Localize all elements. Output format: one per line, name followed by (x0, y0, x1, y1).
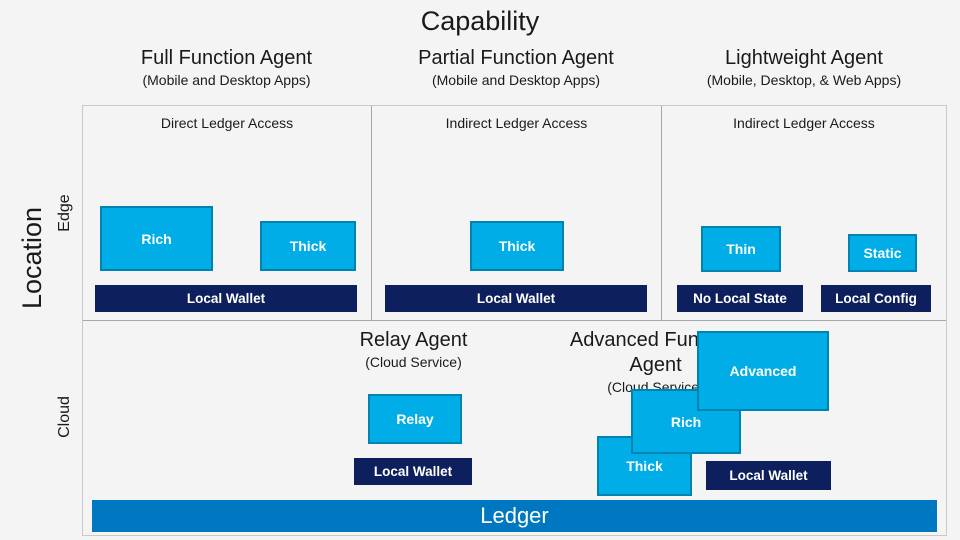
column-header-full-function-agent: Full Function Agent (Mobile and Desktop … (82, 46, 371, 90)
node-no-local-state[interactable]: No Local State (677, 285, 803, 312)
node-local-wallet-relay[interactable]: Local Wallet (354, 458, 472, 485)
node-thick-edge-full[interactable]: Thick (260, 221, 356, 271)
node-advanced-cloud[interactable]: Advanced (697, 331, 829, 411)
column-title: Full Function Agent (140, 47, 313, 69)
column-divider-2 (661, 106, 662, 321)
column-header-partial-function-agent: Partial Function Agent (Mobile and Deskt… (371, 46, 661, 90)
column-divider-1 (371, 106, 372, 321)
column-title: Partial Function Agent (418, 47, 614, 69)
node-static-edge-lightweight[interactable]: Static (848, 234, 917, 272)
column-subtitle: (Mobile and Desktop Apps) (431, 72, 601, 88)
location-axis-title: Location (17, 206, 47, 310)
column-subtitle: (Mobile and Desktop Apps) (142, 72, 311, 88)
node-rich-edge-full[interactable]: Rich (100, 206, 213, 271)
node-relay-cloud[interactable]: Relay (368, 394, 462, 444)
node-ledger[interactable]: Ledger (92, 500, 937, 532)
column-header-lightweight-agent: Lightweight Agent (Mobile, Desktop, & We… (661, 46, 947, 90)
row-divider (83, 320, 946, 321)
row-label-cloud: Cloud (56, 396, 73, 438)
cell-sublabel-indirect-ledger-access-partial: Indirect Ledger Access (445, 115, 588, 131)
node-thick-edge-partial[interactable]: Thick (470, 221, 564, 271)
node-thin-edge-lightweight[interactable]: Thin (701, 226, 781, 272)
node-local-wallet-edge-full[interactable]: Local Wallet (95, 285, 357, 312)
node-local-wallet-advanced[interactable]: Local Wallet (706, 461, 831, 490)
cell-sublabel-indirect-ledger-access-lightweight: Indirect Ledger Access (733, 115, 875, 131)
cloud-header-relay-agent: Relay Agent (Cloud Service) (331, 328, 496, 372)
capability-axis-title: Capability (420, 6, 540, 36)
column-title: Lightweight Agent (725, 47, 883, 69)
cell-sublabel-direct-ledger-access: Direct Ledger Access (160, 115, 294, 131)
node-local-config[interactable]: Local Config (821, 285, 931, 312)
row-label-edge: Edge (56, 194, 73, 232)
cloud-header-title: Relay Agent (359, 329, 468, 351)
node-local-wallet-edge-partial[interactable]: Local Wallet (385, 285, 647, 312)
column-subtitle: (Mobile, Desktop, & Web Apps) (706, 72, 902, 88)
matrix-frame: Direct Ledger Access Indirect Ledger Acc… (82, 105, 947, 536)
cloud-header-subtitle: (Cloud Service) (365, 354, 462, 370)
